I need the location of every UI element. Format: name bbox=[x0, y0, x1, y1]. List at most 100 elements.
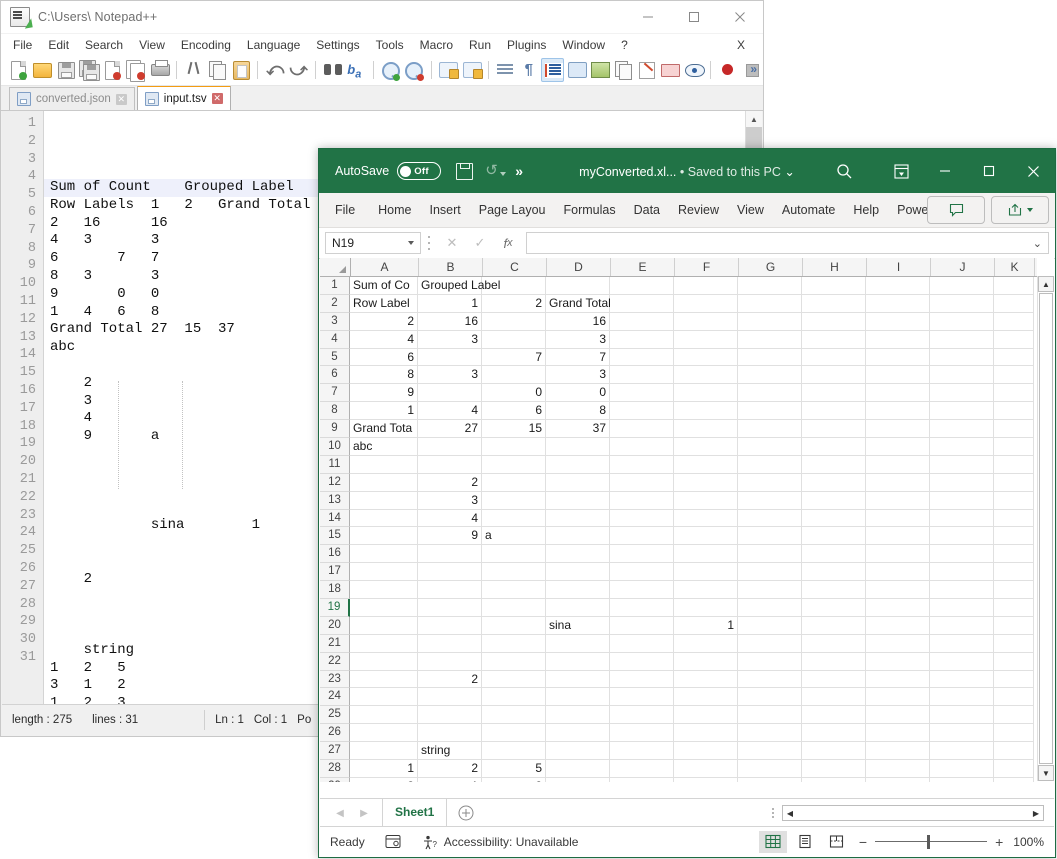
cell-F14[interactable] bbox=[674, 509, 738, 528]
column-header-b[interactable]: B bbox=[419, 258, 483, 276]
redo-icon[interactable]: ⤻ bbox=[287, 58, 309, 82]
cell-F7[interactable] bbox=[674, 384, 738, 403]
open-file-icon[interactable] bbox=[30, 58, 53, 82]
cell-F26[interactable] bbox=[674, 724, 738, 743]
cell-B10[interactable] bbox=[418, 438, 482, 456]
cell-G26[interactable] bbox=[738, 724, 802, 743]
column-header-a[interactable]: A bbox=[351, 258, 419, 276]
cell-A2[interactable]: Row Label bbox=[350, 294, 418, 313]
cell-C4[interactable] bbox=[482, 330, 546, 349]
new-file-icon[interactable] bbox=[7, 58, 29, 82]
show-all-chars-icon[interactable]: ¶ bbox=[518, 58, 540, 82]
cell-K27[interactable] bbox=[994, 742, 1034, 761]
cell-H20[interactable] bbox=[802, 616, 866, 635]
cell-G12[interactable] bbox=[738, 473, 802, 492]
table-row[interactable]: 4433 bbox=[320, 330, 1037, 349]
cell-E29[interactable] bbox=[610, 777, 674, 782]
cell-D13[interactable] bbox=[546, 491, 610, 510]
cell-C24[interactable] bbox=[482, 688, 546, 707]
cell-J10[interactable] bbox=[930, 438, 994, 456]
cell-J23[interactable] bbox=[930, 670, 994, 689]
cell-D3[interactable]: 16 bbox=[546, 312, 610, 331]
menu-item-view[interactable]: View bbox=[131, 36, 173, 54]
row-header[interactable]: 21 bbox=[320, 634, 350, 653]
table-row[interactable]: 20 sina 1 bbox=[320, 616, 1037, 635]
cell-J17[interactable] bbox=[930, 563, 994, 582]
cell-G17[interactable] bbox=[738, 563, 802, 582]
cell-C22[interactable] bbox=[482, 652, 546, 671]
cell-E4[interactable] bbox=[610, 330, 674, 349]
cell-B6[interactable]: 3 bbox=[418, 366, 482, 385]
cell-H14[interactable] bbox=[802, 509, 866, 528]
row-header[interactable]: 4 bbox=[320, 330, 350, 349]
sheet-split-grip[interactable] bbox=[772, 808, 774, 818]
cell-E24[interactable] bbox=[610, 688, 674, 707]
cell-G18[interactable] bbox=[738, 581, 802, 600]
cell-G25[interactable] bbox=[738, 706, 802, 725]
cell-A15[interactable] bbox=[350, 527, 418, 546]
cell-H3[interactable] bbox=[802, 312, 866, 331]
cell-A8[interactable]: 1 bbox=[350, 402, 418, 421]
cell-I29[interactable] bbox=[866, 777, 930, 782]
cell-H29[interactable] bbox=[802, 777, 866, 782]
cell-B16[interactable] bbox=[418, 545, 482, 564]
user-defined-dialog-icon[interactable] bbox=[565, 58, 587, 82]
cell-F9[interactable] bbox=[674, 420, 738, 439]
close-all-icon[interactable] bbox=[124, 58, 146, 82]
cell-I12[interactable] bbox=[866, 473, 930, 492]
cell-B18[interactable] bbox=[418, 581, 482, 600]
cell-D1[interactable] bbox=[546, 277, 610, 295]
cell-C21[interactable] bbox=[482, 634, 546, 653]
cell-B26[interactable] bbox=[418, 724, 482, 743]
menu-item-settings[interactable]: Settings bbox=[308, 36, 367, 54]
cell-K11[interactable] bbox=[994, 455, 1034, 474]
cell-C15[interactable]: a bbox=[482, 527, 546, 546]
column-header-i[interactable]: I bbox=[867, 258, 931, 276]
cell-B24[interactable] bbox=[418, 688, 482, 707]
cell-G6[interactable] bbox=[738, 366, 802, 385]
cell-G1[interactable] bbox=[738, 277, 802, 295]
cell-G27[interactable] bbox=[738, 742, 802, 761]
cell-C5[interactable]: 7 bbox=[482, 348, 546, 367]
row-header[interactable]: 8 bbox=[320, 402, 350, 421]
save-icon[interactable] bbox=[455, 162, 474, 180]
minimize-icon[interactable] bbox=[923, 149, 967, 193]
cell-K12[interactable] bbox=[994, 473, 1034, 492]
scroll-right-icon[interactable]: ▶ bbox=[1029, 809, 1043, 818]
cell-K3[interactable] bbox=[994, 312, 1034, 331]
undo-icon[interactable]: ↺ bbox=[485, 162, 507, 180]
zoom-out-icon[interactable] bbox=[402, 58, 424, 82]
cell-B28[interactable]: 2 bbox=[418, 760, 482, 778]
minimize-icon[interactable] bbox=[625, 1, 671, 33]
cell-E23[interactable] bbox=[610, 670, 674, 689]
cell-K6[interactable] bbox=[994, 366, 1034, 385]
cell-E9[interactable] bbox=[610, 420, 674, 439]
table-row[interactable]: 6833 bbox=[320, 366, 1037, 385]
table-row[interactable]: 9 Grand Tota 27 15 37 bbox=[320, 420, 1037, 439]
cell-F1[interactable] bbox=[674, 277, 738, 295]
table-row[interactable]: 29312 bbox=[320, 777, 1037, 782]
cell-F15[interactable] bbox=[674, 527, 738, 546]
cell-H27[interactable] bbox=[802, 742, 866, 761]
select-all-corner[interactable] bbox=[320, 258, 351, 276]
replace-icon[interactable]: ba bbox=[344, 58, 366, 82]
cancel-icon[interactable]: ✕ bbox=[438, 232, 466, 254]
cell-A25[interactable] bbox=[350, 706, 418, 725]
table-row[interactable]: 79 00 bbox=[320, 384, 1037, 403]
cell-H6[interactable] bbox=[802, 366, 866, 385]
column-header-j[interactable]: J bbox=[931, 258, 995, 276]
chevron-down-icon[interactable]: ⌄ bbox=[784, 165, 794, 179]
cell-J28[interactable] bbox=[930, 760, 994, 778]
name-box[interactable]: N19 bbox=[325, 232, 421, 254]
cell-I16[interactable] bbox=[866, 545, 930, 564]
cell-G9[interactable] bbox=[738, 420, 802, 439]
cell-A10[interactable]: abc bbox=[350, 438, 418, 456]
cell-A26[interactable] bbox=[350, 724, 418, 743]
cell-I22[interactable] bbox=[866, 652, 930, 671]
cell-A7[interactable]: 9 bbox=[350, 384, 418, 403]
column-header-k[interactable]: K bbox=[995, 258, 1035, 276]
cell-J20[interactable] bbox=[930, 616, 994, 635]
cell-A13[interactable] bbox=[350, 491, 418, 510]
cell-K20[interactable] bbox=[994, 616, 1034, 635]
cell-H15[interactable] bbox=[802, 527, 866, 546]
